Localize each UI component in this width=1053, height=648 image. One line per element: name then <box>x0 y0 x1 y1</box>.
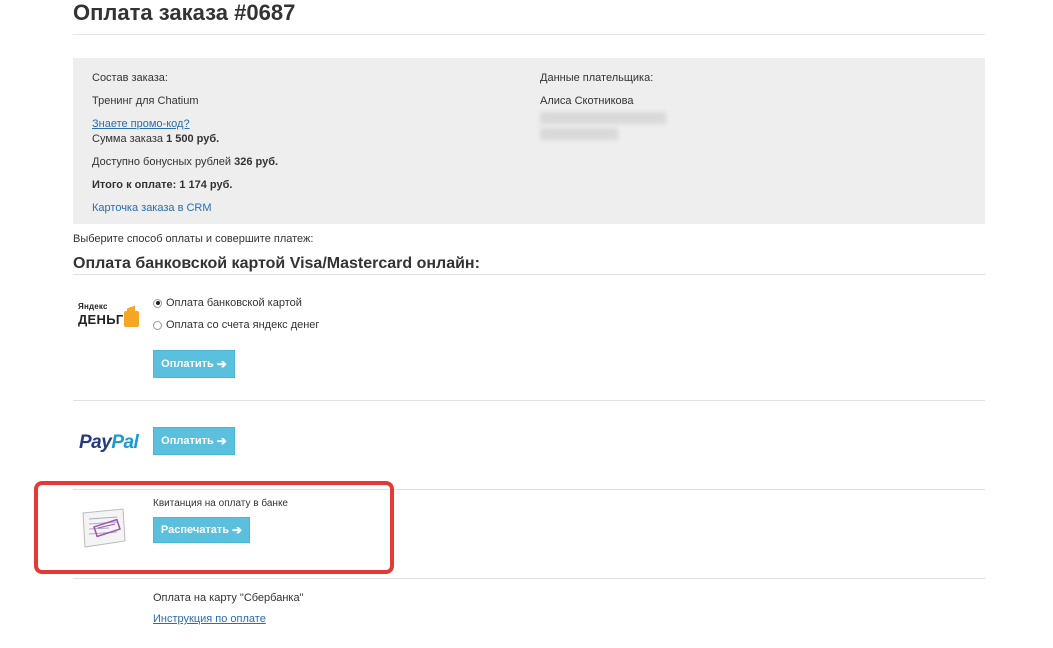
order-summary-box: Состав заказа: Тренинг для Chatium Знает… <box>73 58 985 224</box>
sberbank-text: Оплата на карту "Сбербанка" <box>153 592 304 604</box>
order-composition-label: Состав заказа: <box>92 72 168 84</box>
yandex-pay-button-label: Оплатить <box>161 358 214 370</box>
payer-phone-redacted <box>540 128 618 140</box>
yandex-pay-button[interactable]: Оплатить ➔ <box>153 350 235 378</box>
order-sum: Сумма заказа 1 500 руб. <box>92 133 219 146</box>
arrow-right-icon: ➔ <box>216 357 227 371</box>
bonus-label: Доступно бонусных рублей <box>92 156 232 168</box>
radio-wallet-input[interactable] <box>153 320 162 330</box>
paypal-logo-part2: Pal <box>111 432 139 453</box>
arrow-right-icon: ➔ <box>216 434 227 448</box>
radio-option-wallet[interactable]: Оплата со счета яндекс денег <box>153 319 319 331</box>
paypal-logo: PayPal <box>79 432 139 454</box>
title-divider <box>73 34 985 35</box>
total-value: 1 174 руб. <box>179 179 233 191</box>
radio-card-label: Оплата банковской картой <box>166 297 302 309</box>
bonus-value: 326 руб. <box>234 156 279 168</box>
paypal-pay-button-label: Оплатить <box>161 435 214 447</box>
promo-code-link[interactable]: Знаете промо-код? <box>92 118 190 131</box>
payer-email-redacted <box>540 112 666 124</box>
payment-instruction-link[interactable]: Инструкция по оплате <box>153 613 266 625</box>
yandex-logo-small-text: Яндекс <box>78 302 108 311</box>
bonus-available: Доступно бонусных рублей 326 руб. <box>92 156 278 169</box>
wallet-icon <box>124 311 139 327</box>
page-title: Оплата заказа #0687 <box>73 0 296 25</box>
highlight-frame <box>34 481 394 574</box>
payer-label: Данные плательщика: <box>540 72 654 84</box>
radio-card-input[interactable] <box>153 298 162 308</box>
choose-payment-text: Выберите способ оплаты и совершите плате… <box>73 233 314 245</box>
order-product: Тренинг для Chatium <box>92 95 199 107</box>
order-sum-value: 1 500 руб. <box>166 133 220 145</box>
crm-card-link[interactable]: Карточка заказа в CRM <box>92 202 212 215</box>
total-to-pay: Итого к оплате: 1 174 руб. <box>92 179 232 192</box>
section-divider <box>73 578 985 579</box>
order-sum-label: Сумма заказа <box>92 133 163 145</box>
section-divider <box>73 400 985 401</box>
total-label: Итого к оплате: <box>92 179 177 191</box>
card-payment-section-title: Оплата банковской картой Visa/Mastercard… <box>73 255 480 272</box>
paypal-logo-part1: Pay <box>79 432 112 453</box>
radio-wallet-label: Оплата со счета яндекс денег <box>166 319 320 331</box>
section-divider <box>73 274 985 275</box>
yandex-money-logo: Яндекс ДЕНЬГИ <box>78 302 142 334</box>
radio-option-card[interactable]: Оплата банковской картой <box>153 297 302 309</box>
payer-name: Алиса Скотникова <box>540 95 634 107</box>
paypal-pay-button[interactable]: Оплатить ➔ <box>153 427 235 455</box>
